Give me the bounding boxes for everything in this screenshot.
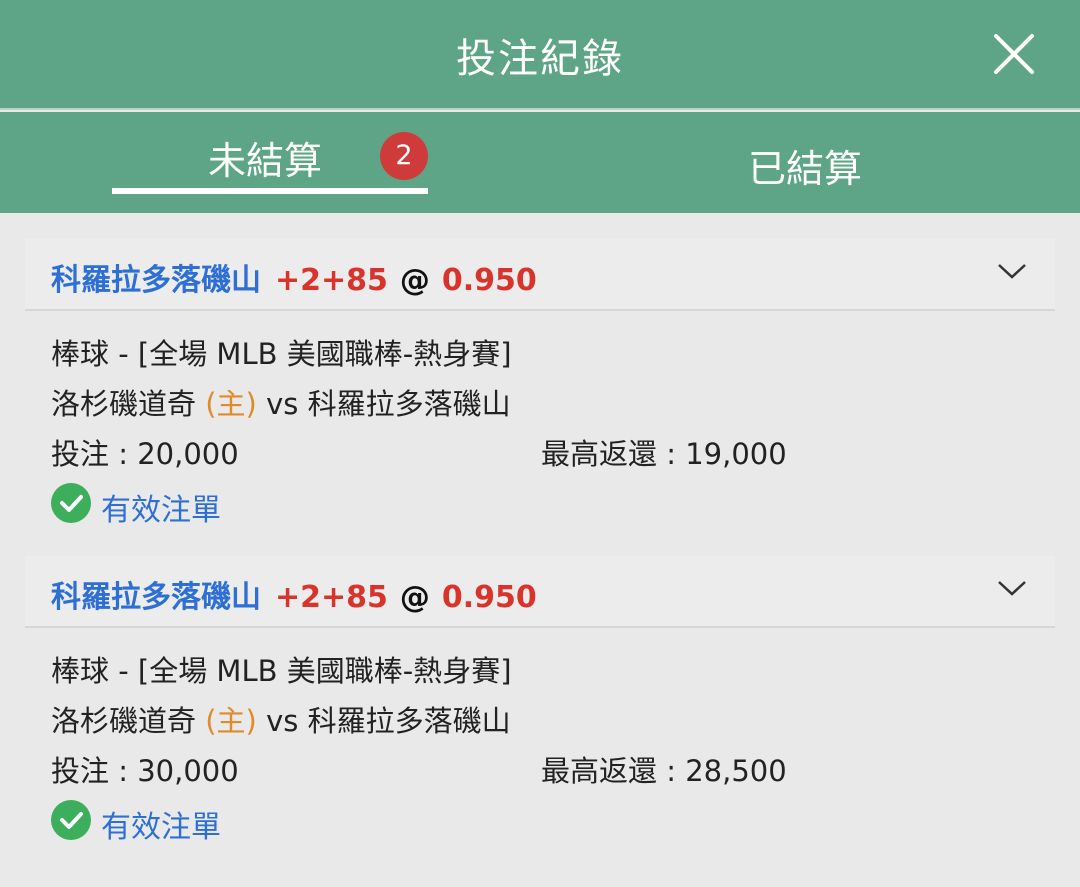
bet-status-text: 有效注單 [101,493,221,528]
chevron-down-icon[interactable] [997,261,1027,281]
selection-handicap: +2+85 [275,263,388,298]
selection-handicap: +2+85 [275,580,388,615]
max-return: 最高返還 : 19,000 [541,437,787,471]
page-title: 投注紀錄 [456,36,624,82]
tab-unsettled[interactable]: 未結算 2 [112,112,428,194]
selection-team: 科羅拉多落磯山 [51,263,261,298]
bet-card-header[interactable]: 科羅拉多落磯山 +2+85 @0.950 [25,556,1055,628]
home-team: 洛杉磯道奇 [51,704,197,738]
away-team: vs 科羅拉多落磯山 [266,387,511,421]
tab-unsettled-label: 未結算 [208,139,323,183]
home-tag: (主) [205,387,257,421]
tab-settled[interactable]: 已結算 [748,138,862,193]
home-team: 洛杉磯道奇 [51,387,197,421]
check-circle-icon [51,483,91,523]
active-tab-indicator [112,188,428,194]
max-return: 最高返還 : 28,500 [541,754,787,788]
selection-team: 科羅拉多落磯山 [51,580,261,615]
at-symbol: @ [399,263,430,298]
away-team: vs 科羅拉多落磯山 [266,704,511,738]
bet-card: 科羅拉多落磯山 +2+85 @0.950 棒球 - [全場 MLB 美國職棒-熱身賽… [25,239,1055,543]
bet-selection: 科羅拉多落磯山 +2+85 @0.950 [51,572,537,616]
unsettled-count-badge: 2 [380,132,428,180]
bet-card: 科羅拉多落磯山 +2+85 @0.950 棒球 - [全場 MLB 美國職棒-熱身賽… [25,556,1055,859]
stake-amount: 投注 : 30,000 [51,754,239,788]
stake-amount: 投注 : 20,000 [51,437,239,471]
bet-status-text: 有效注單 [101,810,221,845]
sport-league-line: 棒球 - [全場 MLB 美國職棒-熱身賽] [51,337,512,371]
match-line: 洛杉磯道奇 (主) vs 科羅拉多落磯山 [51,381,511,423]
selection-odds: 0.950 [441,580,537,615]
home-tag: (主) [205,704,257,738]
tab-settled-label: 已結算 [748,147,863,191]
check-circle-icon [51,800,91,840]
header-bar: 投注紀錄 [0,0,1080,110]
close-icon[interactable] [988,28,1040,80]
tab-bar: 未結算 2 已結算 [0,112,1080,213]
at-symbol: @ [399,580,430,615]
sport-league-line: 棒球 - [全場 MLB 美國職棒-熱身賽] [51,654,512,688]
match-line: 洛杉磯道奇 (主) vs 科羅拉多落磯山 [51,698,511,740]
bet-card-header[interactable]: 科羅拉多落磯山 +2+85 @0.950 [25,239,1055,311]
chevron-down-icon[interactable] [997,578,1027,598]
selection-odds: 0.950 [441,263,537,298]
bet-selection: 科羅拉多落磯山 +2+85 @0.950 [51,255,537,299]
